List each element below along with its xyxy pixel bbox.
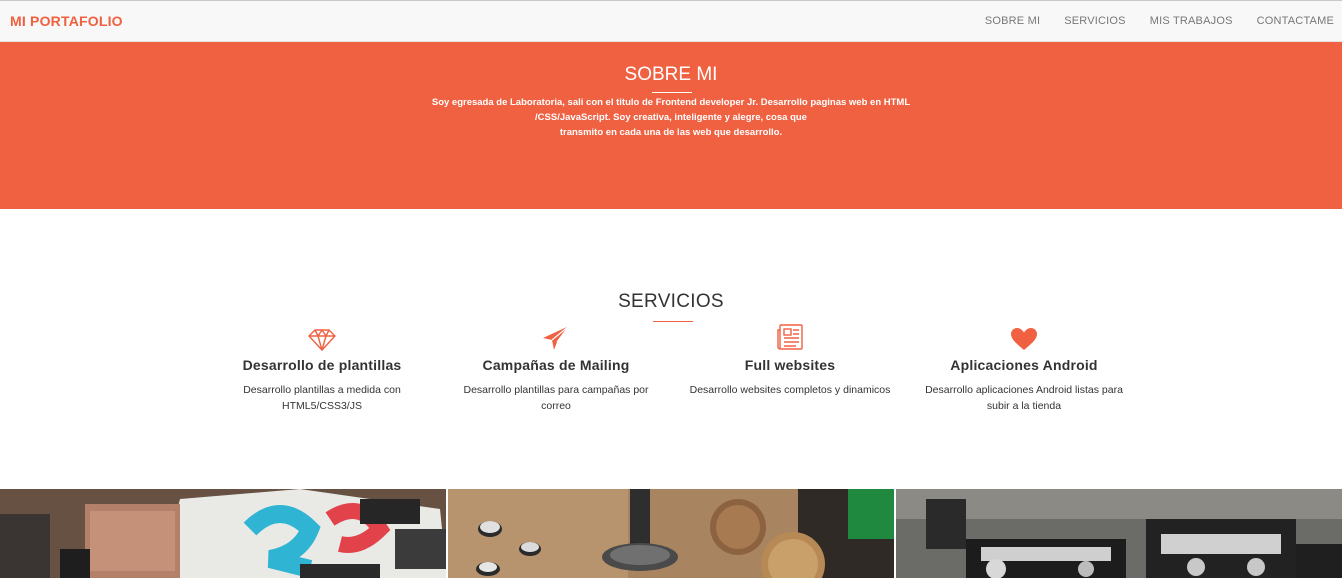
about-divider [652, 92, 692, 93]
service-title: Aplicaciones Android [950, 357, 1098, 373]
portfolio-image-tshirt[interactable] [0, 489, 446, 578]
service-description-line: Desarrollo websites completos y dinamico… [689, 384, 891, 396]
nav-link-sobre-mi[interactable]: SOBRE MI [973, 1, 1052, 42]
service-description-line: Desarrollo aplicaciones Android listas p… [925, 384, 1123, 396]
service-title: Full websites [744, 357, 836, 373]
navbar: MI PORTAFOLIO SOBRE MI SERVICIOS MIS TRA… [0, 0, 1342, 42]
service-description-line: Desarrollo plantillas a medida con [243, 384, 401, 396]
portfolio-gallery [0, 489, 1342, 578]
service-description: Desarrollo plantillas para campañas por … [441, 382, 671, 414]
about-title: SOBRE MI [624, 64, 718, 85]
service-title: Campañas de Mailing [482, 357, 630, 373]
nav-link-servicios[interactable]: SERVICIOS [1052, 1, 1138, 42]
service-title: Desarrollo de plantillas [242, 357, 402, 373]
service-description: Desarrollo aplicaciones Android listas p… [909, 382, 1139, 414]
about-text: Soy egresada de Laboratoria, sali con el… [0, 95, 1342, 140]
about-text-line: transmito en cada una de las web que des… [559, 127, 783, 138]
service-card-android: Aplicaciones Android Desarrollo aplicaci… [909, 321, 1139, 414]
brand-logo[interactable]: MI PORTAFOLIO [10, 13, 123, 29]
service-card-websites: Full websites Desarrollo websites comple… [675, 321, 905, 398]
newspaper-icon [675, 321, 905, 351]
service-card-plantillas: Desarrollo de plantillas Desarrollo plan… [207, 321, 437, 414]
paper-plane-icon [441, 321, 671, 351]
nav-link-contactame[interactable]: CONTACTAME [1245, 1, 1342, 42]
nav-link-mis-trabajos[interactable]: MIS TRABAJOS [1138, 1, 1245, 42]
service-description: Desarrollo websites completos y dinamico… [675, 382, 905, 398]
service-description-line: HTML5/CSS3/JS [282, 400, 362, 412]
heart-icon [909, 321, 1139, 351]
portfolio-image-desk[interactable] [448, 489, 894, 578]
nav-links: SOBRE MI SERVICIOS MIS TRABAJOS CONTACTA… [973, 1, 1342, 42]
services-section: SERVICIOS Desarrollo de plantillas Desar… [0, 209, 1342, 489]
diamond-icon [207, 321, 437, 351]
portfolio-image-cameras[interactable] [896, 489, 1342, 578]
service-description-line: subir a la tienda [986, 400, 1062, 412]
service-description-line: correo [541, 400, 571, 412]
service-card-mailing: Campañas de Mailing Desarrollo plantilla… [441, 321, 671, 414]
about-section: SOBRE MI Soy egresada de Laboratoria, sa… [0, 42, 1342, 209]
service-description-line: Desarrollo plantillas para campañas por [463, 384, 649, 396]
service-description: Desarrollo plantillas a medida con HTML5… [207, 382, 437, 414]
about-text-line: /CSS/JavaScript. Soy creativa, inteligen… [535, 112, 807, 123]
services-title: SERVICIOS [618, 291, 724, 312]
about-text-line: Soy egresada de Laboratoria, sali con el… [431, 97, 911, 108]
